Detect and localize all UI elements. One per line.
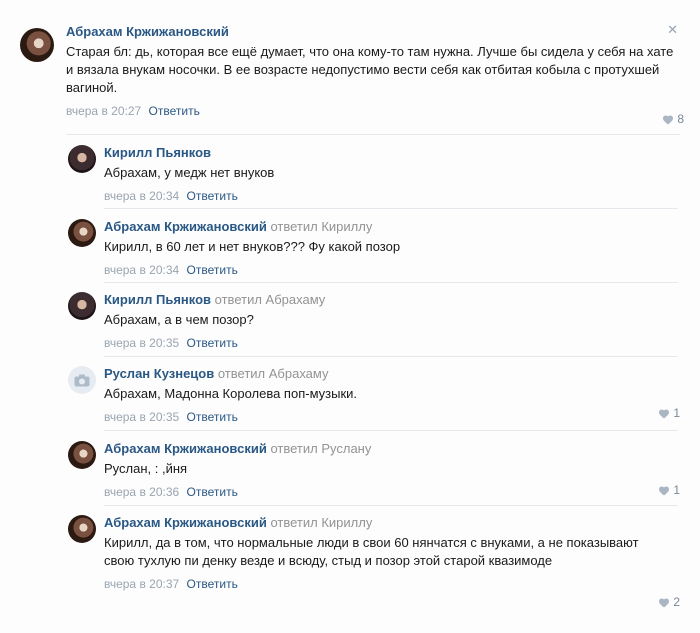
reply-author-line: Абрахам Кржижановский ответил Кириллу <box>104 219 680 235</box>
reply-time[interactable]: вчера в 20:35 <box>104 410 179 424</box>
reply-body: Абрахам Кржижановский ответил Руслану Ру… <box>104 441 680 500</box>
like-button[interactable]: 1 <box>658 483 680 497</box>
reply-author-line: Абрахам Кржижановский ответил Руслану <box>104 441 680 457</box>
divider <box>104 505 678 506</box>
reply-text: Абрахам, Мадонна Королева поп-музыки. <box>104 386 358 401</box>
reply-to-label: ответил Абрахаму <box>217 366 329 381</box>
like-count: 8 <box>677 112 684 126</box>
heart-icon <box>663 115 674 124</box>
reply-author-line: Абрахам Кржижановский ответил Кириллу <box>104 515 650 531</box>
close-icon[interactable]: ✕ <box>667 22 678 38</box>
comment-body: Абрахам Кржижановский Старая бл: дь, кот… <box>66 24 684 119</box>
reply-text: Абрахам, а в чем позор? <box>104 312 254 327</box>
reply-time[interactable]: вчера в 20:37 <box>104 577 179 591</box>
reply-meta: вчера в 20:34 Ответить <box>104 188 680 204</box>
reply-to-name[interactable]: Кириллу <box>321 219 372 234</box>
reply-text: Кирилл, да в том, что нормальные люди в … <box>104 535 639 568</box>
divider <box>104 208 678 209</box>
reply-to-name[interactable]: Абрахаму <box>266 292 326 307</box>
reply-text: Кирилл, в 60 лет и нет внуков??? Фу како… <box>104 239 401 254</box>
comment-meta: вчера в 20:27 Ответить <box>66 103 684 119</box>
reply-author[interactable]: Абрахам Кржижановский <box>104 515 267 530</box>
reply-author-line: Кирилл Пьянков ответил Абрахаму <box>104 292 680 308</box>
reply-meta: вчера в 20:36 Ответить <box>104 484 680 500</box>
divider <box>104 430 678 431</box>
like-button[interactable]: 2 <box>658 595 680 609</box>
reply-text: Абрахам, у медж нет внуков <box>104 165 275 180</box>
reply-body: Кирилл Пьянков ответил Абрахаму Абрахам,… <box>104 292 680 351</box>
reply-button[interactable]: Ответить <box>149 104 200 118</box>
reply-author-line: Руслан Кузнецов ответил Абрахаму <box>104 366 680 382</box>
avatar[interactable] <box>68 366 96 394</box>
reply-author[interactable]: Кирилл Пьянков <box>104 145 211 160</box>
heart-icon <box>659 486 670 495</box>
avatar[interactable] <box>20 28 54 62</box>
like-button[interactable]: 8 <box>662 112 684 126</box>
like-count: 1 <box>673 406 680 420</box>
reply-button[interactable]: Ответить <box>187 263 238 277</box>
reply-body: Руслан Кузнецов ответил Абрахаму Абрахам… <box>104 366 680 425</box>
reply-author[interactable]: Руслан Кузнецов <box>104 366 214 381</box>
like-count: 1 <box>673 483 680 497</box>
reply-meta: вчера в 20:37 Ответить <box>104 576 650 592</box>
reply-meta: вчера в 20:35 Ответить <box>104 335 680 351</box>
reply-to-label: ответил Кириллу <box>270 219 373 234</box>
reply-button[interactable]: Ответить <box>187 577 238 591</box>
reply-time[interactable]: вчера в 20:34 <box>104 263 179 277</box>
reply-time[interactable]: вчера в 20:35 <box>104 336 179 350</box>
like-button[interactable]: 1 <box>658 406 680 420</box>
reply-button[interactable]: Ответить <box>187 189 238 203</box>
reply-to-name[interactable]: Руслану <box>321 441 371 456</box>
avatar[interactable] <box>68 292 96 320</box>
camera-icon <box>74 374 90 386</box>
reply-to-name[interactable]: Абрахаму <box>269 366 329 381</box>
divider <box>66 134 680 135</box>
heart-icon <box>659 409 670 418</box>
reply-author[interactable]: Абрахам Кржижановский <box>104 219 267 234</box>
divider <box>104 356 678 357</box>
reply-button[interactable]: Ответить <box>187 485 238 499</box>
reply-body: Абрахам Кржижановский ответил Кириллу Ки… <box>104 515 650 592</box>
reply-text: Руслан, : ,йня <box>104 461 188 476</box>
comment-thread: Абрахам Кржижановский Старая бл: дь, кот… <box>0 0 700 633</box>
comment-author[interactable]: Абрахам Кржижановский <box>66 24 684 40</box>
avatar[interactable] <box>68 515 96 543</box>
reply-button[interactable]: Ответить <box>187 410 238 424</box>
reply-author-line: Кирилл Пьянков <box>104 145 680 161</box>
reply-meta: вчера в 20:34 Ответить <box>104 262 680 278</box>
heart-icon <box>659 598 670 607</box>
avatar[interactable] <box>68 441 96 469</box>
comment-time[interactable]: вчера в 20:27 <box>66 104 141 118</box>
divider <box>104 282 678 283</box>
reply-meta: вчера в 20:35 Ответить <box>104 409 680 425</box>
reply-to-label: ответил Кириллу <box>270 515 373 530</box>
reply-to-name[interactable]: Кириллу <box>321 515 372 530</box>
reply-body: Абрахам Кржижановский ответил Кириллу Ки… <box>104 219 680 278</box>
reply-author[interactable]: Кирилл Пьянков <box>104 292 211 307</box>
reply-author[interactable]: Абрахам Кржижановский <box>104 441 267 456</box>
comment-text: Старая бл: дь, которая все ещё думает, ч… <box>66 44 674 95</box>
reply-time[interactable]: вчера в 20:34 <box>104 189 179 203</box>
reply-button[interactable]: Ответить <box>187 336 238 350</box>
like-count: 2 <box>673 595 680 609</box>
reply-to-label: ответил Абрахаму <box>214 292 326 307</box>
avatar[interactable] <box>68 145 96 173</box>
reply-time[interactable]: вчера в 20:36 <box>104 485 179 499</box>
reply-to-label: ответил Руслану <box>270 441 372 456</box>
reply-body: Кирилл Пьянков Абрахам, у медж нет внуко… <box>104 145 680 204</box>
avatar[interactable] <box>68 219 96 247</box>
